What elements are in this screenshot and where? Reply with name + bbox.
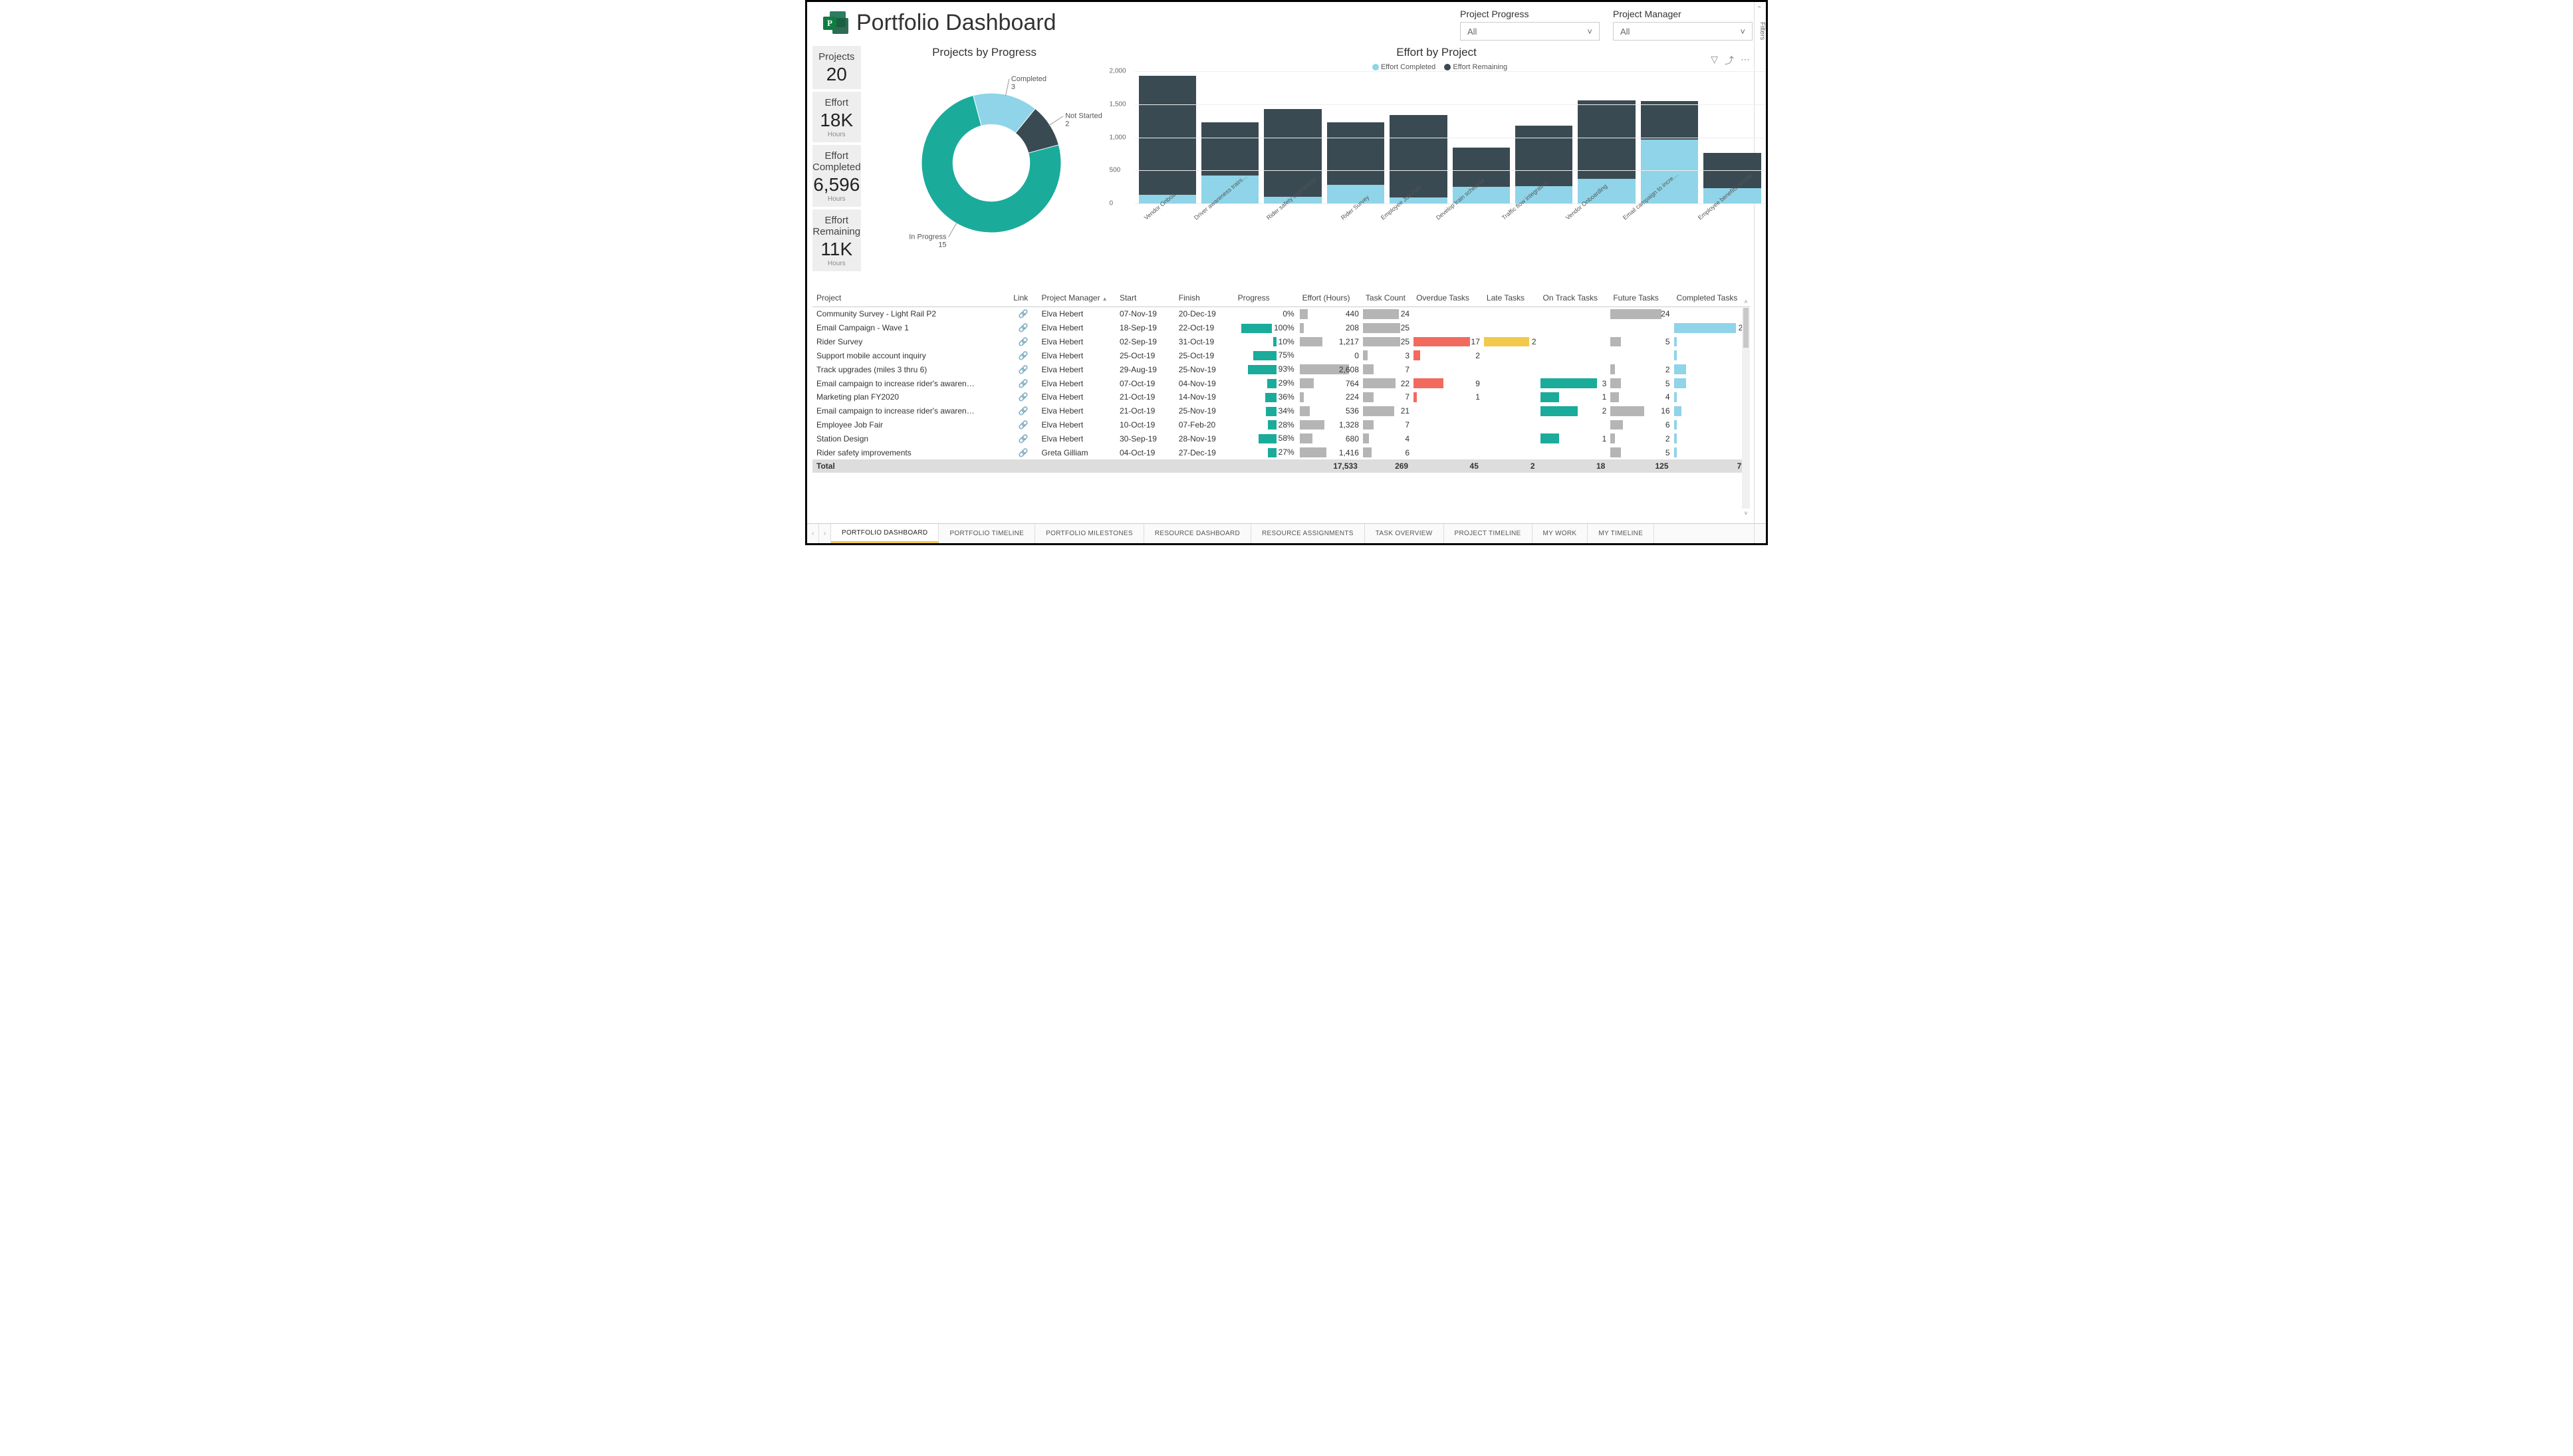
column-header[interactable]: Link — [1009, 289, 1037, 307]
link-icon[interactable]: 🔗 — [1019, 365, 1029, 374]
report-page: P Portfolio Dashboard Project Progress A… — [805, 0, 1768, 545]
link-icon[interactable]: 🔗 — [1019, 434, 1029, 443]
y-tick: 2,000 — [1110, 68, 1126, 75]
tab[interactable]: RESOURCE ASSIGNMENTS — [1251, 524, 1365, 543]
column-header[interactable]: Completed Tasks — [1673, 289, 1750, 307]
bar-legend: Effort Completed Effort Remaining — [1108, 63, 1765, 71]
pie-label: Not Started2 — [1065, 112, 1102, 128]
y-tick: 1,000 — [1110, 134, 1126, 141]
column-header[interactable]: Project — [812, 289, 1009, 307]
kpi-card[interactable]: Effort Remaining 11K Hours — [812, 209, 861, 271]
header: P Portfolio Dashboard Project Progress A… — [807, 2, 1766, 41]
tab[interactable]: RESOURCE DASHBOARD — [1144, 524, 1251, 543]
slicer-project-progress: Project Progress All˅ — [1460, 9, 1600, 41]
table-row[interactable]: Email Campaign - Wave 1 🔗 Elva Hebert 18… — [812, 321, 1750, 335]
pie-label: Completed3 — [1011, 75, 1046, 91]
slicer-project-manager: Project Manager All˅ — [1613, 9, 1753, 41]
link-icon[interactable]: 🔗 — [1019, 448, 1029, 457]
tab[interactable]: PORTFOLIO MILESTONES — [1035, 524, 1144, 543]
kpi-sublabel: Hours — [812, 260, 861, 267]
y-tick: 0 — [1110, 200, 1114, 207]
kpi-sublabel: Hours — [812, 131, 861, 138]
bar[interactable] — [1327, 122, 1384, 203]
table-row[interactable]: Station Design 🔗 Elva Hebert 30-Sep-19 2… — [812, 431, 1750, 445]
slicer-dropdown[interactable]: All˅ — [1613, 22, 1753, 41]
column-header[interactable]: Effort (Hours) — [1298, 289, 1362, 307]
scroll-up-icon[interactable]: ˄ — [1742, 299, 1750, 306]
tab[interactable]: MY WORK — [1532, 524, 1588, 543]
column-header[interactable]: On Track Tasks — [1539, 289, 1610, 307]
kpi-label: Projects — [812, 51, 861, 62]
kpi-card[interactable]: Effort 18K Hours — [812, 92, 861, 142]
table-row[interactable]: Rider Survey 🔗 Elva Hebert 02-Sep-19 31-… — [812, 335, 1750, 349]
table-row[interactable]: Marketing plan FY2020 🔗 Elva Hebert 21-O… — [812, 390, 1750, 404]
scrollbar-thumb[interactable] — [1743, 308, 1749, 348]
link-icon[interactable]: 🔗 — [1019, 420, 1029, 429]
kpi-value: 6,596 — [812, 174, 861, 195]
project-table[interactable]: ProjectLinkProject ManagerStartFinishPro… — [812, 289, 1750, 523]
tab[interactable]: PORTFOLIO TIMELINE — [939, 524, 1035, 543]
project-logo-icon: P — [820, 9, 848, 37]
column-header[interactable]: Future Tasks — [1609, 289, 1672, 307]
chart-effort-by-project[interactable]: Effort by Project Effort Completed Effor… — [1108, 46, 1765, 285]
kpi-label: Effort Completed — [812, 150, 861, 173]
kpi-value: 18K — [812, 110, 861, 131]
link-icon[interactable]: 🔗 — [1019, 392, 1029, 402]
tab[interactable]: PORTFOLIO DASHBOARD — [831, 524, 939, 543]
table-row[interactable]: Support mobile account inquiry 🔗 Elva He… — [812, 348, 1750, 362]
kpi-card[interactable]: Effort Completed 6,596 Hours — [812, 145, 861, 207]
slicer-dropdown[interactable]: All˅ — [1460, 22, 1600, 41]
chart-projects-by-progress[interactable]: Projects by Progress In Progress15Comple… — [865, 46, 1104, 285]
link-icon[interactable]: 🔗 — [1019, 337, 1029, 346]
table-row[interactable]: Email campaign to increase rider's aware… — [812, 404, 1750, 418]
link-icon[interactable]: 🔗 — [1019, 323, 1029, 332]
column-header[interactable]: Finish — [1175, 289, 1234, 307]
pie-label: In Progress15 — [909, 233, 947, 249]
slicer-label: Project Manager — [1613, 9, 1753, 19]
slicer-label: Project Progress — [1460, 9, 1600, 19]
column-header[interactable]: Overdue Tasks — [1412, 289, 1483, 307]
tab-scroll-left[interactable]: ‹ — [807, 524, 819, 543]
table-row[interactable]: Track upgrades (miles 3 thru 6) 🔗 Elva H… — [812, 362, 1750, 376]
chevron-down-icon: ˅ — [1740, 27, 1745, 37]
table-row[interactable]: Email campaign to increase rider's aware… — [812, 376, 1750, 390]
page-tabs: ‹›PORTFOLIO DASHBOARDPORTFOLIO TIMELINEP… — [807, 523, 1766, 543]
column-header[interactable]: Task Count — [1362, 289, 1412, 307]
chevron-left-icon: ‹ — [1757, 6, 1763, 8]
kpi-value: 20 — [812, 64, 861, 85]
tab-scroll-right[interactable]: › — [819, 524, 831, 543]
column-header[interactable]: Start — [1116, 289, 1175, 307]
link-icon[interactable]: 🔗 — [1019, 351, 1029, 360]
total-row: Total 17,533269 452 1812579 — [812, 459, 1750, 473]
scroll-down-icon[interactable]: ˅ — [1742, 510, 1750, 518]
tab[interactable]: TASK OVERVIEW — [1365, 524, 1444, 543]
kpi-card[interactable]: Projects 20 — [812, 46, 861, 89]
column-header[interactable]: Project Manager — [1038, 289, 1116, 307]
chevron-down-icon: ˅ — [1587, 27, 1592, 37]
table-row[interactable]: Community Survey - Light Rail P2 🔗 Elva … — [812, 307, 1750, 321]
scrollbar-vertical[interactable]: ˄ ˅ — [1742, 308, 1750, 509]
column-header[interactable]: Progress — [1234, 289, 1298, 307]
kpi-value: 11K — [812, 239, 861, 260]
kpi-column: Projects 20 Effort 18K HoursEffort Compl… — [812, 46, 861, 285]
page-title: Portfolio Dashboard — [856, 10, 1056, 36]
column-header[interactable]: Late Tasks — [1483, 289, 1539, 307]
link-icon[interactable]: 🔗 — [1019, 406, 1029, 416]
table-row[interactable]: Rider safety improvements 🔗 Greta Gillia… — [812, 445, 1750, 459]
y-tick: 500 — [1110, 167, 1121, 174]
kpi-sublabel: Hours — [812, 195, 861, 203]
tab[interactable]: MY TIMELINE — [1588, 524, 1654, 543]
kpi-label: Effort Remaining — [812, 215, 861, 237]
tab[interactable]: PROJECT TIMELINE — [1444, 524, 1532, 543]
link-icon[interactable]: 🔗 — [1019, 379, 1029, 388]
bar[interactable] — [1139, 76, 1196, 203]
y-tick: 1,500 — [1110, 100, 1126, 108]
svg-text:P: P — [827, 18, 832, 28]
link-icon[interactable]: 🔗 — [1019, 309, 1029, 318]
kpi-label: Effort — [812, 97, 861, 108]
table-row[interactable]: Employee Job Fair 🔗 Elva Hebert 10-Oct-1… — [812, 418, 1750, 432]
